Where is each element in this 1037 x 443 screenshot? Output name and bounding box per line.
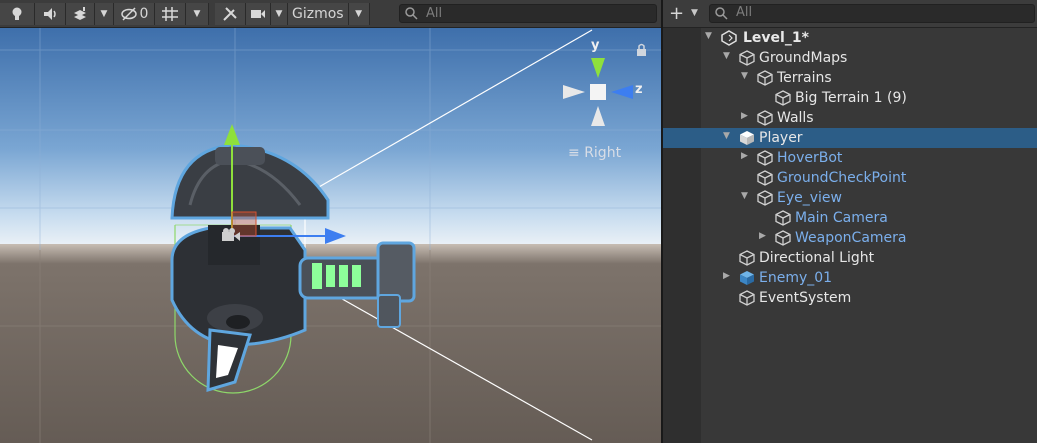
hierarchy-row[interactable]: ▼ Eye_view [663,188,1037,208]
axis-y-label: y [591,38,600,53]
tools-toggle[interactable] [215,2,246,25]
search-icon [715,7,728,20]
grid-toggle[interactable] [155,2,186,25]
hierarchy-search-field[interactable]: All [709,4,1035,23]
hidden-objects-toggle[interactable]: 0 [114,2,155,25]
scene-root-row[interactable]: ▼ Level_1* [663,28,1037,48]
hierarchy-toolbar: + ▼ All [663,0,1037,28]
scene-name: Level_1* [743,30,809,46]
scene-search-placeholder: All [426,6,443,21]
camera-settings[interactable] [246,2,271,25]
gameobject-cube-icon [757,190,773,206]
gameobject-cube-icon [739,50,755,66]
hierarchy-row-label: Walls [777,110,814,126]
hidden-count: 0 [139,5,149,22]
camera-dropdown[interactable]: ▼ [271,2,288,25]
gizmos-button[interactable]: Gizmos [288,2,349,25]
hierarchy-row-label: Directional Light [759,250,875,266]
expand-arrow-icon[interactable]: ▼ [723,131,730,141]
prefab-cube-icon [740,271,754,285]
hierarchy-row-label: GroundCheckPoint [777,170,907,186]
hierarchy-row[interactable]: Big Terrain 1 (9) [663,88,1037,108]
gizmos-dropdown[interactable]: ▼ [348,2,370,25]
effects-dropdown[interactable]: ▼ [95,2,114,25]
hierarchy-row-label: EventSystem [759,290,852,306]
hierarchy-row[interactable]: ▼ Player [663,128,1037,148]
hierarchy-row[interactable]: Main Camera [663,208,1037,228]
hierarchy-row[interactable]: Directional Light [663,248,1037,268]
expand-arrow-icon[interactable]: ▼ [741,71,748,81]
gameobject-cube-icon [775,230,791,246]
eye-slash-icon [120,6,137,21]
add-dropdown-icon[interactable]: ▼ [691,8,698,18]
grid-dropdown[interactable]: ▼ [186,2,209,25]
gameobject-cube-icon [775,210,791,226]
view-orientation-label[interactable]: ≡ Right [568,145,621,161]
hierarchy-row-label: HoverBot [777,150,843,166]
orientation-text: Right [584,145,622,161]
hierarchy-panel: + ▼ All ▼ Level_1* ▼ GroundMaps ▼ Terrains B… [663,0,1037,443]
sky-background [0,28,661,248]
prefab-cube-icon [740,131,754,145]
audio-toggle[interactable] [35,2,66,25]
hierarchy-row-label: Big Terrain 1 (9) [795,90,907,106]
hierarchy-row[interactable]: ▶ HoverBot [663,148,1037,168]
expand-arrow-icon[interactable]: ▼ [705,31,712,41]
camera-icon [251,9,265,18]
search-icon [405,6,418,20]
scene-search-field[interactable]: All [399,4,657,23]
gizmos-label: Gizmos [292,5,344,22]
hierarchy-row-label: Eye_view [777,190,842,206]
hierarchy-row[interactable]: ▶ Walls [663,108,1037,128]
gameobject-cube-icon [775,90,791,106]
effects-icon [74,6,86,20]
tools-icon [223,6,237,21]
scene-canvas[interactable] [0,28,661,443]
hierarchy-row-label: Terrains [777,70,832,86]
hierarchy-row[interactable]: ▶ WeaponCamera [663,228,1037,248]
expand-arrow-icon[interactable]: ▼ [741,191,748,201]
axis-z-label: z [635,82,643,97]
hamburger-icon: ≡ [568,145,580,161]
lighting-toggle[interactable] [0,2,35,25]
hierarchy-row-label: Main Camera [795,210,888,226]
lightbulb-icon [12,7,22,20]
collapse-arrow-icon[interactable]: ▶ [741,151,748,161]
scene-view[interactable]: ▼ 0 ▼ ▼ Gizmos ▼ All y z ≡ Right [0,0,661,443]
gameobject-cube-icon [757,110,773,126]
hierarchy-row[interactable]: ▼ Terrains [663,68,1037,88]
expand-arrow-icon[interactable]: ▼ [723,51,730,61]
gameobject-cube-icon [757,150,773,166]
gameobject-cube-icon [739,250,755,266]
hierarchy-row[interactable]: GroundCheckPoint [663,168,1037,188]
collapse-arrow-icon[interactable]: ▶ [741,111,748,121]
add-icon[interactable]: + [669,3,684,24]
hierarchy-row-label: Enemy_01 [759,270,833,286]
hierarchy-row-label: WeaponCamera [795,230,907,246]
effects-toggle[interactable] [66,2,95,25]
hierarchy-row-label: GroundMaps [759,50,848,66]
grid-icon [162,6,178,21]
hierarchy-row[interactable]: ▼ GroundMaps [663,48,1037,68]
hierarchy-row[interactable]: EventSystem [663,288,1037,308]
unity-scene-icon [721,30,737,46]
hierarchy-search-placeholder: All [736,5,753,20]
speaker-icon [44,7,56,20]
gameobject-cube-icon [757,70,773,86]
collapse-arrow-icon[interactable]: ▶ [723,271,730,281]
gameobject-cube-icon [757,170,773,186]
hierarchy-row[interactable]: ▶ Enemy_01 [663,268,1037,288]
hierarchy-row-label: Player [759,130,803,146]
gameobject-cube-icon [739,290,755,306]
collapse-arrow-icon[interactable]: ▶ [759,231,766,241]
